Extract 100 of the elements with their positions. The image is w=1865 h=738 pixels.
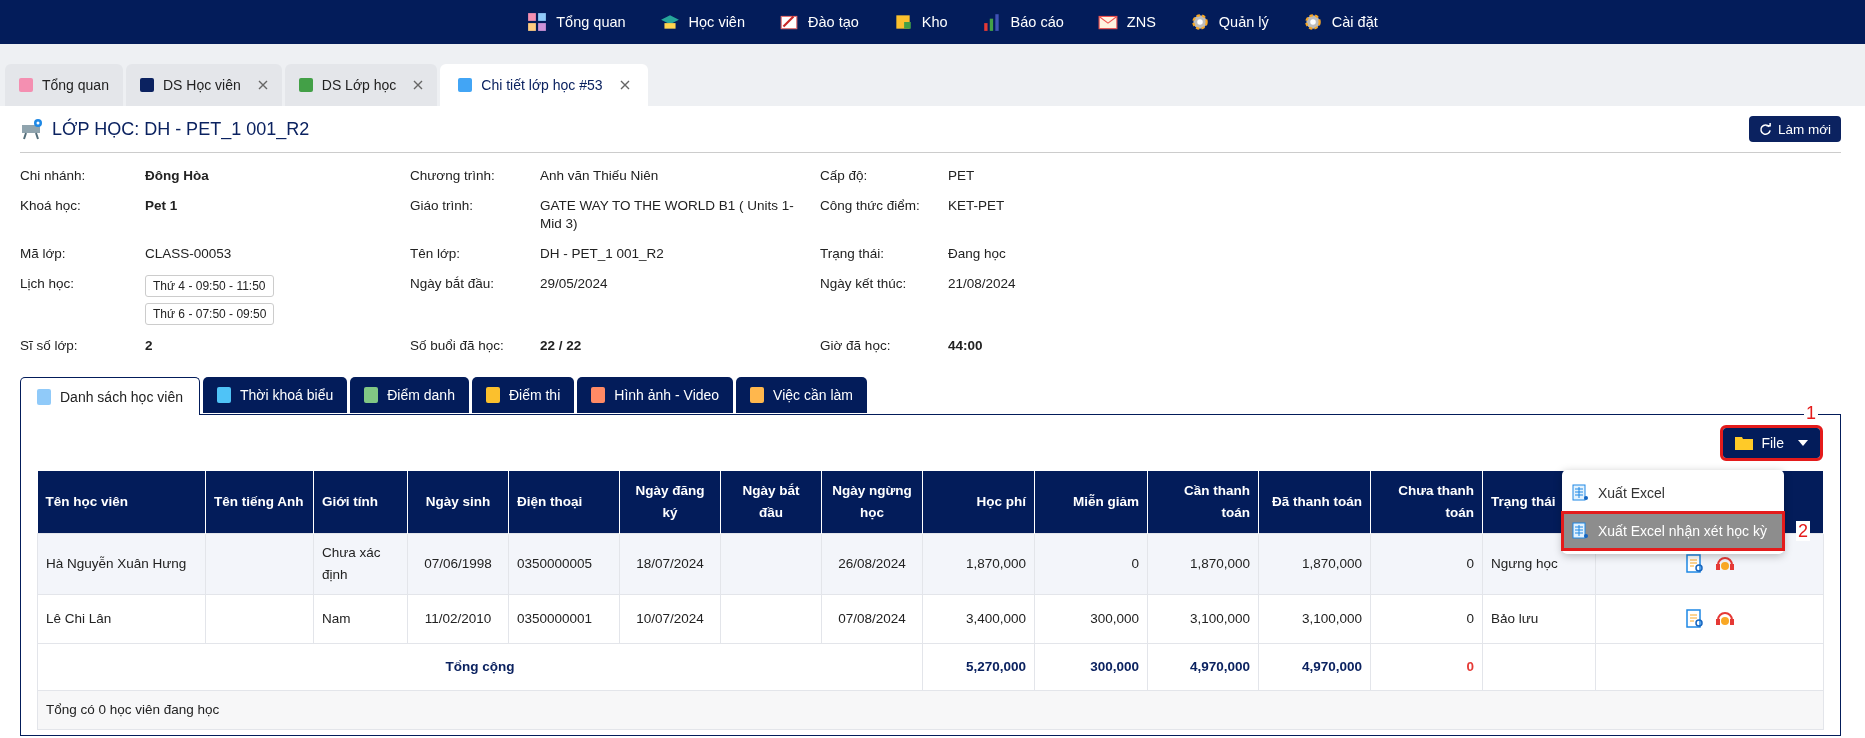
- section-tab[interactable]: Hình ảnh - Video: [577, 377, 734, 413]
- field-label: Giáo trình:: [410, 197, 475, 215]
- grid-icon: [527, 12, 548, 32]
- field-value: 21/08/2024: [948, 275, 1016, 293]
- field-label: Khoá học:: [20, 197, 82, 215]
- total-label: Tổng cộng: [445, 659, 515, 674]
- folder-icon: [1735, 436, 1754, 450]
- table-cell: 10/07/2024: [636, 611, 704, 626]
- field-label: Lịch học:: [20, 275, 76, 293]
- page-title: LỚP HỌC: DH - PET_1 001_R2: [52, 118, 310, 140]
- close-icon[interactable]: [413, 80, 424, 90]
- field-label: Ngày kết thúc:: [820, 275, 908, 293]
- table-cell: Ngưng học: [1491, 556, 1558, 571]
- document-search-icon[interactable]: [1683, 553, 1706, 576]
- refresh-button[interactable]: Làm mới: [1748, 116, 1841, 142]
- field-label: Cấp độ:: [820, 167, 869, 185]
- field-label: Số buổi đã học:: [410, 337, 505, 355]
- caret-icon: [1798, 440, 1808, 446]
- nav-item[interactable]: Đào tạo: [779, 12, 859, 32]
- field-value: GATE WAY TO THE WORLD B1 ( Units 1-Mid 3): [540, 197, 795, 233]
- table-cell: 0350000005: [517, 556, 593, 571]
- refresh-icon: [1758, 122, 1772, 136]
- table-cell: 0: [1466, 556, 1474, 571]
- total-value: 5,270,000: [965, 659, 1026, 674]
- spreadsheet-icon: [1572, 484, 1588, 502]
- total-value: 4,970,000: [1189, 659, 1250, 674]
- field-value: 44:00: [948, 337, 983, 355]
- column-header: Tên tiếng Anh: [205, 471, 314, 534]
- field-value: PET: [948, 167, 975, 185]
- table-cell: Lê Chi Lân: [46, 611, 112, 626]
- section-tab[interactable]: Thời khoá biểu: [202, 377, 348, 413]
- page-tab[interactable]: DS Lớp học: [284, 64, 438, 106]
- field-label: Ngày bắt đầu:: [410, 275, 496, 293]
- column-header: Ngày bắt đầu: [720, 471, 822, 534]
- nav-item[interactable]: ZNS: [1097, 12, 1156, 32]
- column-header: Ngày đăng ký: [619, 471, 721, 534]
- table-cell: 300,000: [1090, 611, 1139, 626]
- field-label: Giờ đã học:: [820, 337, 892, 355]
- nav-item[interactable]: Học viên: [659, 12, 745, 32]
- table-cell: Bảo lưu: [1491, 611, 1539, 626]
- table-cell: 18/07/2024: [636, 556, 704, 571]
- nav-item[interactable]: Cài đặt: [1302, 12, 1378, 32]
- field-value: KET-PET: [948, 197, 1005, 215]
- column-header: Ngày sinh: [407, 471, 509, 534]
- nav-item[interactable]: Tổng quan: [527, 12, 626, 32]
- field-value: 29/05/2024: [540, 275, 608, 293]
- total-value: 300,000: [1090, 659, 1139, 674]
- table-cell: 1,870,000: [965, 556, 1026, 571]
- page-tab[interactable]: Tổng quan: [5, 64, 123, 106]
- close-icon[interactable]: [257, 80, 268, 90]
- field-value: Đông Hòa: [145, 167, 209, 185]
- field-label: Chương trình:: [410, 167, 496, 185]
- field-value: 22 / 22: [540, 337, 582, 355]
- table-cell: Nam: [322, 611, 351, 626]
- table-cell: 1,870,000: [1189, 556, 1250, 571]
- gear-icon: [1189, 12, 1210, 32]
- close-icon[interactable]: [619, 80, 630, 90]
- page-tab[interactable]: Chi tiết lớp học #53: [440, 64, 648, 106]
- table-cell: 11/02/2010: [424, 611, 492, 626]
- column-header: Ngày ngừng học: [821, 471, 923, 534]
- column-header: Tên học viên: [37, 471, 206, 534]
- document-search-icon[interactable]: [1683, 608, 1706, 631]
- nav-item[interactable]: Quản lý: [1189, 12, 1269, 32]
- nav-item[interactable]: Báo cáo: [981, 12, 1064, 32]
- total-value: 4,970,000: [1301, 659, 1362, 674]
- gear-icon: [1302, 12, 1323, 32]
- field-label: Công thức điểm:: [820, 197, 921, 215]
- table-cell: 0350000001: [517, 611, 593, 626]
- total-value: 0: [1466, 659, 1474, 674]
- classroom-icon: [20, 117, 44, 141]
- table-cell: Hà Nguyễn Xuân Hưng: [46, 556, 187, 571]
- page-tab[interactable]: DS Học viên: [125, 64, 282, 106]
- column-header: Đã thanh toán: [1258, 471, 1371, 534]
- table-cell: 0: [1466, 611, 1474, 626]
- nav-item[interactable]: Kho: [892, 12, 948, 32]
- column-header: Học phí: [922, 471, 1035, 534]
- file-button[interactable]: File: [1723, 428, 1820, 458]
- table-footer: Tổng có 0 học viên đang học: [46, 702, 220, 717]
- field-label: Chi nhánh:: [20, 167, 87, 185]
- table-cell: 3,400,000: [965, 611, 1026, 626]
- table-cell: 07/08/2024: [838, 611, 906, 626]
- section-tab[interactable]: Điểm thi: [471, 377, 575, 413]
- table-cell: 26/08/2024: [838, 556, 906, 571]
- table-cell: 3,100,000: [1301, 611, 1362, 626]
- field-value: Pet 1: [145, 197, 178, 215]
- field-label: Sĩ số lớp:: [20, 337, 79, 355]
- field-label: Trạng thái:: [820, 245, 886, 263]
- field-value: CLASS-00053: [145, 245, 232, 263]
- schedule-tag: Thứ 4 - 09:50 - 11:50: [145, 275, 274, 297]
- schedule-tag: Thứ 6 - 07:50 - 09:50: [145, 303, 275, 325]
- column-header: Điện thoại: [508, 471, 620, 534]
- section-tab[interactable]: Điểm danh: [350, 377, 469, 413]
- section-tab[interactable]: Danh sách học viên: [20, 377, 200, 415]
- table-cell: Chưa xác định: [322, 545, 381, 582]
- table-cell: 0: [1131, 556, 1139, 571]
- column-header: Chưa thanh toán: [1370, 471, 1483, 534]
- field-value: Anh văn Thiếu Niên: [540, 167, 659, 185]
- table-cell: 07/06/1998: [424, 556, 492, 571]
- column-header: Giới tính: [313, 471, 408, 534]
- section-tab[interactable]: Việc cần làm: [736, 377, 867, 413]
